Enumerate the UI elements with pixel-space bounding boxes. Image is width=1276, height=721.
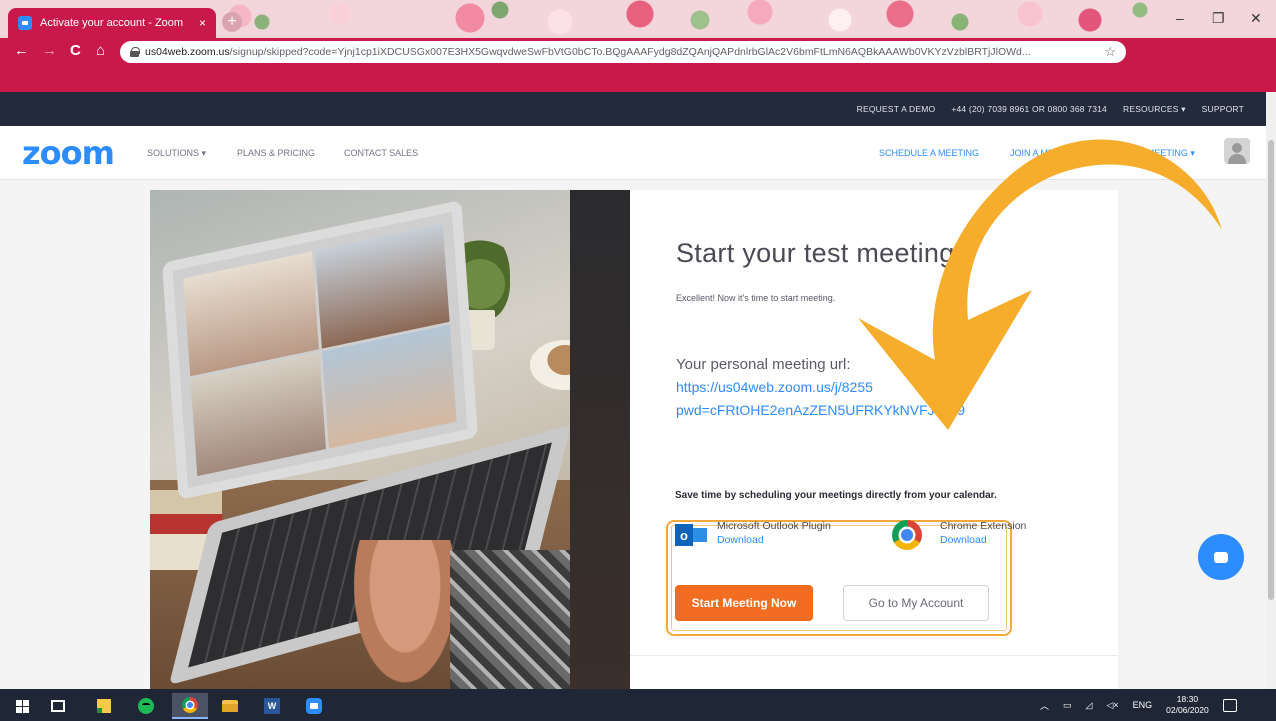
bookmark-star-icon[interactable]: ☆ xyxy=(1104,44,1116,60)
nav-host-meeting[interactable]: HOST A MEETING ▾ xyxy=(1112,148,1195,159)
url-host: us04web.zoom.us xyxy=(145,46,230,58)
clock-date: 02/06/2020 xyxy=(1166,705,1209,715)
clock[interactable]: 18:30 02/06/2020 xyxy=(1166,694,1209,716)
browser-chrome: Activate your account - Zoom × + – ❐ ✕ ←… xyxy=(0,0,1276,92)
volume-icon[interactable]: ◁× xyxy=(1106,700,1118,711)
chrome-icon xyxy=(892,520,922,550)
resources-menu[interactable]: RESOURCES ▾ xyxy=(1123,104,1186,115)
calendar-promo-text: Save time by scheduling your meetings di… xyxy=(675,490,997,501)
divider xyxy=(630,655,1118,656)
web-page: REQUEST A DEMO +44 (20) 7039 8961 OR 080… xyxy=(0,92,1266,689)
phone-number: +44 (20) 7039 8961 OR 0800 368 7314 xyxy=(951,104,1107,114)
minimize-icon[interactable]: – xyxy=(1176,10,1184,26)
go-to-account-button[interactable]: Go to My Account xyxy=(843,585,989,621)
task-view-icon xyxy=(51,700,65,712)
word-button[interactable]: W xyxy=(254,693,290,719)
meeting-url-link[interactable]: https://us04web.zoom.us/j/8255 xyxy=(676,379,873,395)
nav-schedule-meeting[interactable]: SCHEDULE A MEETING xyxy=(879,148,979,158)
utility-bar: REQUEST A DEMO +44 (20) 7039 8961 OR 080… xyxy=(0,92,1266,126)
start-meeting-button[interactable]: Start Meeting Now xyxy=(675,585,813,621)
folder-icon xyxy=(222,700,238,712)
outlook-icon: o xyxy=(675,520,707,552)
url-path: /signup/skipped?code=Yjnj1cp1iXDCUSGx007… xyxy=(229,46,1031,58)
browser-tab[interactable]: Activate your account - Zoom × xyxy=(8,8,216,38)
zoom-logo[interactable]: zoom xyxy=(22,134,115,172)
nav-contact-sales[interactable]: CONTACT SALES xyxy=(344,148,418,158)
outlook-download-link[interactable]: Download xyxy=(717,534,831,546)
meeting-url-link-continued[interactable]: pwd=cFRtOHE2enAzZEN5UFRKYkNVFJdz09 xyxy=(676,402,965,418)
chrome-taskbar-icon xyxy=(182,697,198,713)
home-icon[interactable]: ⌂ xyxy=(96,42,105,59)
card-subtitle: Excellent! Now it's time to start meetin… xyxy=(676,293,836,303)
nav-join-meeting[interactable]: JOIN A MEETING xyxy=(1010,148,1082,158)
nav-solutions[interactable]: SOLUTIONS ▾ xyxy=(147,148,206,159)
battery-icon[interactable]: ▭ xyxy=(1063,700,1072,711)
avatar[interactable] xyxy=(1224,138,1250,164)
url-text: us04web.zoom.us/signup/skipped?code=Yjnj… xyxy=(145,46,1098,58)
close-window-icon[interactable]: ✕ xyxy=(1250,10,1262,27)
back-icon[interactable]: ← xyxy=(14,42,29,59)
sticky-notes-icon xyxy=(97,699,111,713)
zoom-taskbar-button[interactable] xyxy=(296,693,332,719)
chat-icon xyxy=(1214,551,1228,563)
restore-icon[interactable]: ❐ xyxy=(1212,10,1225,27)
zoom-favicon-icon xyxy=(18,16,32,30)
clock-time: 18:30 xyxy=(1176,694,1199,704)
lock-icon[interactable] xyxy=(130,47,140,57)
chrome-extension-name: Chrome Extension xyxy=(940,520,1027,532)
start-button[interactable] xyxy=(4,693,40,719)
task-view-button[interactable] xyxy=(40,693,76,719)
show-hidden-icons-chevron-icon[interactable]: ︿ xyxy=(1040,699,1049,712)
reload-icon[interactable]: C xyxy=(70,42,81,59)
address-bar[interactable]: us04web.zoom.us/signup/skipped?code=Yjnj… xyxy=(120,41,1126,63)
wifi-icon[interactable]: ◿ xyxy=(1086,700,1093,711)
page-scrollbar[interactable] xyxy=(1266,92,1276,689)
spotify-button[interactable] xyxy=(128,693,164,719)
request-demo-link[interactable]: REQUEST A DEMO xyxy=(857,104,936,114)
system-tray: ︿ ▭ ◿ ◁× ENG 18:30 02/06/2020 xyxy=(1040,689,1237,721)
chrome-extension: Chrome Extension Download xyxy=(892,520,1026,550)
chat-bubble-button[interactable] xyxy=(1198,534,1244,580)
sticky-notes-button[interactable] xyxy=(86,693,122,719)
outlook-plugin-name: Microsoft Outlook Plugin xyxy=(717,520,831,532)
test-meeting-card: Start your test meeting Excellent! Now i… xyxy=(630,190,1118,689)
chrome-download-link[interactable]: Download xyxy=(940,534,1026,546)
windows-taskbar: W ︿ ▭ ◿ ◁× ENG 18:30 02/06/2020 xyxy=(0,689,1276,721)
browser-toolbar: ← → C ⌂ us04web.zoom.us/signup/skipped?c… xyxy=(0,38,1276,92)
spotify-icon xyxy=(138,698,154,714)
word-icon: W xyxy=(264,698,280,714)
chrome-taskbar-button[interactable] xyxy=(172,693,208,719)
tab-title: Activate your account - Zoom xyxy=(40,17,184,29)
page-title: Start your test meeting xyxy=(676,238,955,268)
forward-icon[interactable]: → xyxy=(42,42,57,59)
new-tab-button[interactable]: + xyxy=(222,12,242,32)
windows-logo-icon xyxy=(15,699,29,713)
tab-close-icon[interactable]: × xyxy=(199,16,206,30)
hero-photo xyxy=(150,190,630,689)
support-link[interactable]: SUPPORT xyxy=(1202,104,1244,114)
main-navbar: zoom SOLUTIONS ▾ PLANS & PRICING CONTACT… xyxy=(0,126,1266,180)
outlook-plugin: o Microsoft Outlook Plugin Download xyxy=(675,520,831,552)
zoom-app-icon xyxy=(306,698,322,714)
file-explorer-button[interactable] xyxy=(212,693,248,719)
notifications-icon[interactable] xyxy=(1222,698,1237,712)
meeting-url-label: Your personal meeting url: xyxy=(676,356,851,373)
nav-plans-pricing[interactable]: PLANS & PRICING xyxy=(237,148,315,158)
input-language[interactable]: ENG xyxy=(1133,700,1153,710)
